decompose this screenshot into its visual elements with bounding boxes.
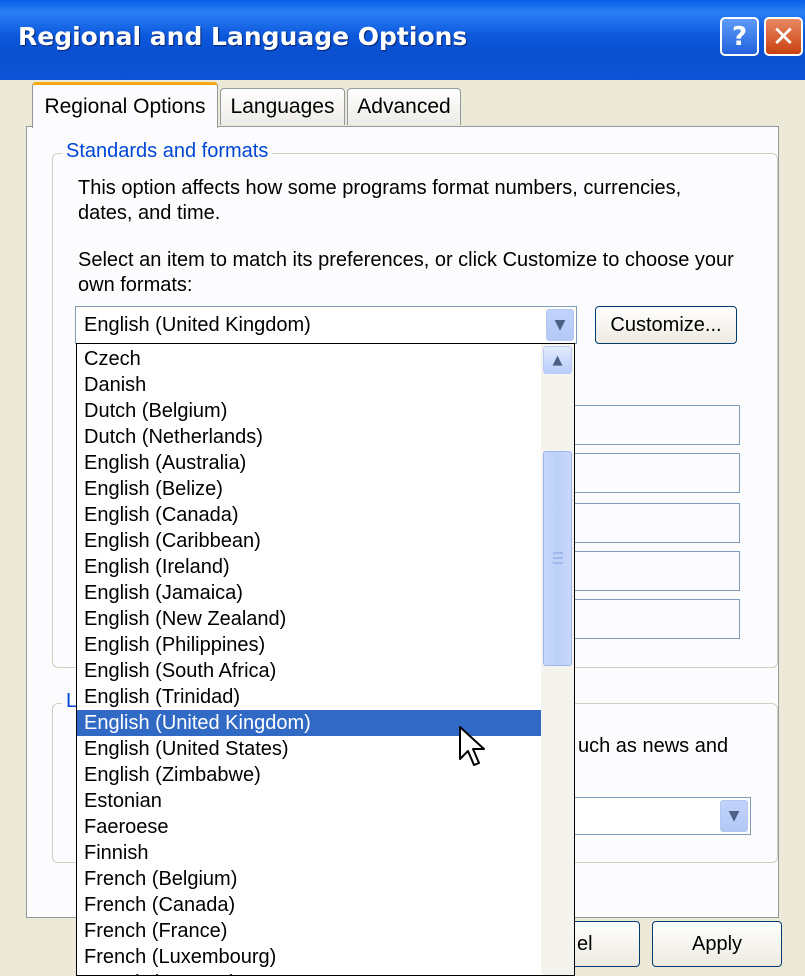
list-item[interactable]: English (Ireland)	[77, 554, 542, 580]
sample-long-date-field	[568, 599, 740, 639]
scroll-up-button[interactable]: ▲	[543, 346, 572, 374]
chevron-down-icon: ▼	[554, 317, 566, 333]
close-icon: ✕	[771, 20, 796, 53]
list-item[interactable]: English (Jamaica)	[77, 580, 542, 606]
mouse-cursor-icon	[459, 726, 485, 766]
list-item[interactable]: English (Canada)	[77, 502, 542, 528]
list-item[interactable]: French (Belgium)	[77, 866, 542, 892]
list-item[interactable]: Czech	[77, 346, 542, 372]
tab-advanced[interactable]: Advanced	[347, 88, 461, 125]
standards-format-combo[interactable]: English (United Kingdom) ▼	[75, 306, 577, 344]
tab-languages[interactable]: Languages	[220, 88, 345, 125]
list-item[interactable]: French (Monaco)	[77, 970, 542, 975]
location-dropdown-button[interactable]: ▼	[720, 800, 748, 832]
list-item[interactable]: English (Caribbean)	[77, 528, 542, 554]
list-item[interactable]: Dutch (Belgium)	[77, 398, 542, 424]
help-icon: ?	[731, 21, 748, 52]
list-item[interactable]: Estonian	[77, 788, 542, 814]
list-item[interactable]: Dutch (Netherlands)	[77, 424, 542, 450]
title-bar[interactable]: Regional and Language Options ? ✕	[0, 0, 805, 80]
grip-icon	[553, 552, 563, 564]
list-item[interactable]: English (New Zealand)	[77, 606, 542, 632]
sample-numbers-field	[568, 405, 740, 445]
location-combo[interactable]: ▼	[560, 797, 751, 835]
list-item[interactable]: Faeroese	[77, 814, 542, 840]
list-item[interactable]: French (Luxembourg)	[77, 944, 542, 970]
apply-button[interactable]: Apply	[652, 921, 782, 967]
sample-currency-field	[568, 453, 740, 493]
tab-regional-options[interactable]: Regional Options	[32, 82, 218, 128]
standards-description: This option affects how some programs fo…	[78, 177, 682, 224]
list-item[interactable]: French (France)	[77, 918, 542, 944]
standards-group-label: Standards and formats	[62, 140, 273, 163]
list-scrollbar[interactable]: ▲	[541, 344, 574, 975]
list-item[interactable]: English (Trinidad)	[77, 684, 542, 710]
sample-time-field	[568, 503, 740, 543]
location-description: uch as news and	[578, 735, 729, 757]
select-instruction: Select an item to match its preferences,…	[78, 249, 734, 296]
customize-button[interactable]: Customize...	[595, 306, 737, 344]
scrollbar-thumb[interactable]	[543, 451, 572, 666]
list-item[interactable]: English (South Africa)	[77, 658, 542, 684]
dropdown-list[interactable]: French (Monaco)French (Luxembourg)French…	[76, 343, 575, 976]
chevron-up-icon: ▲	[552, 352, 563, 368]
list-item[interactable]: Danish	[77, 372, 542, 398]
list-item[interactable]: French (Canada)	[77, 892, 542, 918]
list-item[interactable]: English (Australia)	[77, 450, 542, 476]
list-item[interactable]: Finnish	[77, 840, 542, 866]
help-button[interactable]: ?	[720, 17, 759, 56]
list-item[interactable]: English (Belize)	[77, 476, 542, 502]
window-title: Regional and Language Options	[18, 22, 468, 51]
list-item[interactable]: English (Philippines)	[77, 632, 542, 658]
chevron-down-icon: ▼	[728, 808, 740, 824]
close-button[interactable]: ✕	[764, 17, 803, 56]
sample-short-date-field	[568, 551, 740, 591]
combo-dropdown-button[interactable]: ▼	[546, 309, 574, 341]
combo-selected-value: English (United Kingdom)	[84, 314, 311, 336]
